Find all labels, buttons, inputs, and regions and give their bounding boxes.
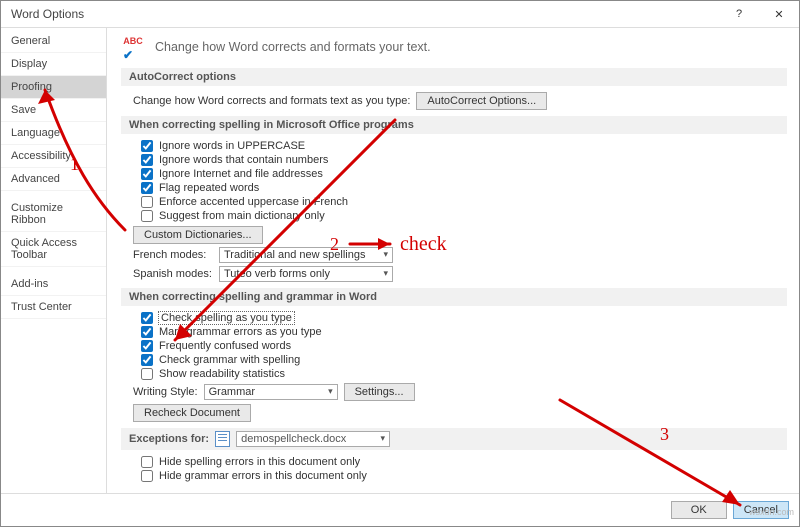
window-title: Word Options [11,7,719,21]
autocorrect-options-button[interactable]: AutoCorrect Options... [416,92,547,110]
sidebar-item-customize-ribbon[interactable]: Customize Ribbon [1,197,106,232]
writing-style-label: Writing Style: [133,386,198,398]
writing-style-dropdown[interactable]: Grammar [204,384,338,400]
writing-style-settings-button[interactable]: Settings... [344,383,415,401]
sidebar-item-advanced[interactable]: Advanced [1,168,106,191]
sidebar-item-quick-access-toolbar[interactable]: Quick Access Toolbar [1,232,106,267]
sidebar-item-display[interactable]: Display [1,53,106,76]
sidebar-item-general[interactable]: General [1,30,106,53]
title-bar: Word Options ? ✕ [1,1,799,28]
sidebar-item-add-ins[interactable]: Add-ins [1,273,106,296]
page-description: Change how Word corrects and formats you… [155,40,431,54]
cb-hide-spelling-doc[interactable] [141,456,153,468]
cb-frequently-confused[interactable] [141,340,153,352]
sidebar-item-language[interactable]: Language [1,122,106,145]
cb-mark-grammar-type[interactable] [141,326,153,338]
cb-check-grammar-spelling[interactable] [141,354,153,366]
cb-hide-grammar-doc[interactable] [141,470,153,482]
help-button[interactable]: ? [719,1,759,27]
french-modes-dropdown[interactable]: Traditional and new spellings [219,247,393,263]
section-autocorrect: AutoCorrect options [121,68,787,86]
exceptions-document-dropdown[interactable]: demospellcheck.docx [236,431,390,447]
custom-dictionaries-button[interactable]: Custom Dictionaries... [133,226,263,244]
spanish-modes-dropdown[interactable]: Tuteo verb forms only [219,266,393,282]
cb-french-accented[interactable] [141,196,153,208]
sidebar-item-save[interactable]: Save [1,99,106,122]
proofing-icon: ABC✔ [121,36,145,58]
spanish-modes-label: Spanish modes: [133,268,213,280]
cb-readability-stats[interactable] [141,368,153,380]
close-button[interactable]: ✕ [759,1,799,27]
section-office-spelling: When correcting spelling in Microsoft Of… [121,116,787,134]
dialog-footer: OK Cancel [1,493,799,526]
cb-main-dict-only[interactable] [141,210,153,222]
cb-ignore-internet[interactable] [141,168,153,180]
french-modes-label: French modes: [133,249,213,261]
document-icon [215,431,230,447]
cb-ignore-uppercase[interactable] [141,140,153,152]
category-sidebar: General Display Proofing Save Language A… [1,28,107,493]
sidebar-item-trust-center[interactable]: Trust Center [1,296,106,319]
section-exceptions: Exceptions for: demospellcheck.docx [121,428,787,450]
word-options-window: Word Options ? ✕ General Display Proofin… [0,0,800,527]
cb-flag-repeated[interactable] [141,182,153,194]
proofing-pane: ABC✔ Change how Word corrects and format… [107,28,799,493]
section-word-spelling: When correcting spelling and grammar in … [121,288,787,306]
watermark: wsxdn.com [749,507,794,517]
recheck-document-button[interactable]: Recheck Document [133,404,251,422]
cb-ignore-numbers[interactable] [141,154,153,166]
cb-check-spelling-type[interactable] [141,312,153,324]
sidebar-item-accessibility[interactable]: Accessibility [1,145,106,168]
ok-button[interactable]: OK [671,501,727,519]
sidebar-item-proofing[interactable]: Proofing [1,76,106,99]
autocorrect-text: Change how Word corrects and formats tex… [133,95,410,107]
